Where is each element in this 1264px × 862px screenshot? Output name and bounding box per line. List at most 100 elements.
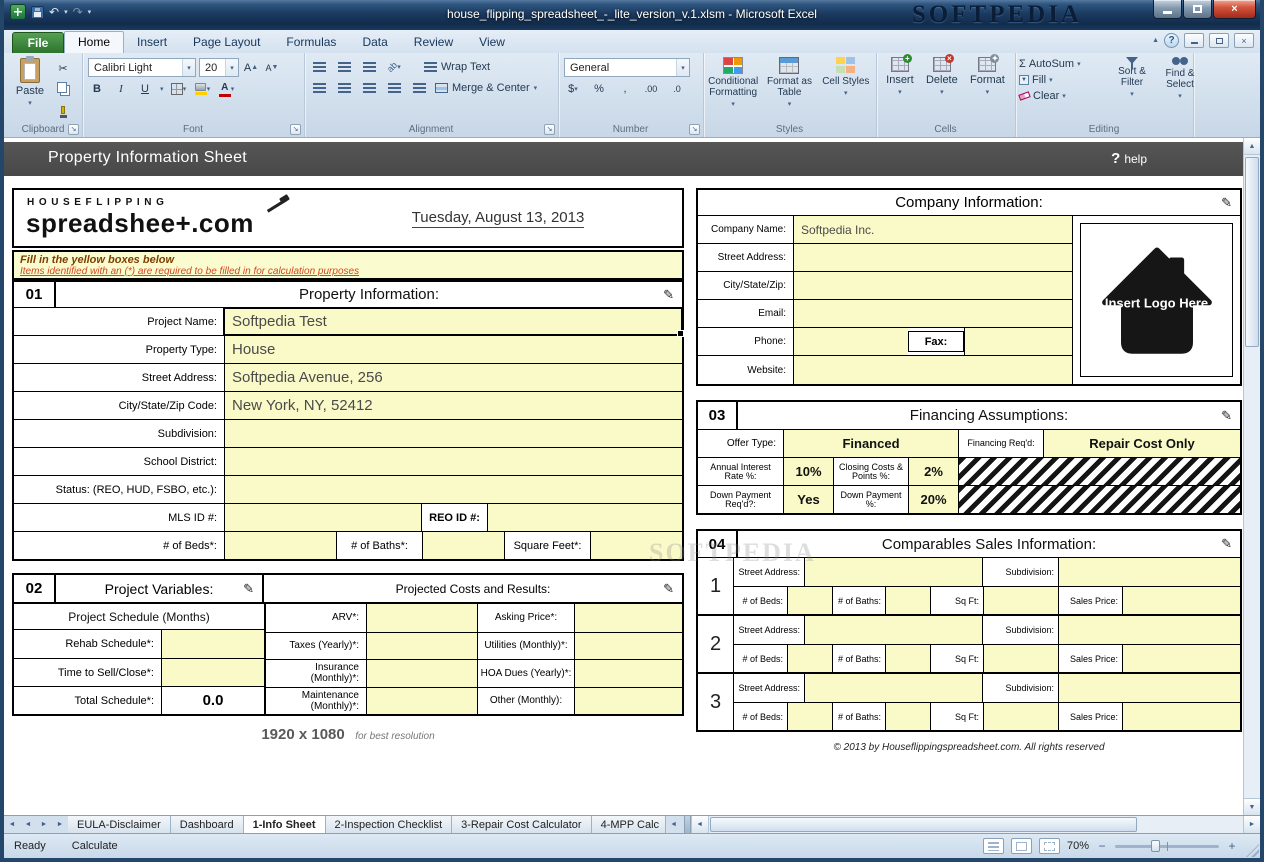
sheet-tab-repair-calc[interactable]: 3-Repair Cost Calculator <box>452 816 591 833</box>
workbook-minimize-button[interactable] <box>1184 33 1204 48</box>
company-name-input[interactable]: Softpedia Inc. <box>793 216 1072 243</box>
comp2-sqft-input[interactable] <box>983 645 1058 672</box>
rehab-schedule-input[interactable] <box>161 630 264 658</box>
cut-button[interactable]: ✂ <box>54 59 72 77</box>
borders-button[interactable]: ▾ <box>170 80 188 98</box>
comp3-baths-input[interactable] <box>885 703 930 730</box>
minimize-button[interactable] <box>1153 0 1182 19</box>
font-size-select[interactable]: 20 ▾ <box>199 58 239 77</box>
horizontal-scrollbar[interactable]: ◄ ► <box>691 816 1260 833</box>
resize-grip[interactable] <box>1246 844 1259 857</box>
vertical-scrollbar[interactable]: ▲ ▼ <box>1243 138 1260 815</box>
zoom-level[interactable]: 70% <box>1067 840 1089 852</box>
maintenance-input[interactable] <box>366 688 477 715</box>
subdivision-input[interactable] <box>224 420 682 447</box>
project-name-input[interactable]: Softpedia Test <box>224 308 682 335</box>
company-email-input[interactable] <box>793 300 1072 327</box>
alignment-dialog-launcher[interactable]: ↘ <box>544 124 555 135</box>
comp3-beds-input[interactable] <box>787 703 832 730</box>
first-sheet-icon[interactable]: ◄ <box>4 816 20 833</box>
paste-button[interactable]: Paste ▾ <box>9 58 51 107</box>
sort-filter-button[interactable]: Sort & Filter ▾ <box>1109 57 1155 100</box>
font-color-button[interactable]: A▾ <box>218 80 236 98</box>
arv-input[interactable] <box>366 604 477 632</box>
company-website-input[interactable] <box>793 356 1072 384</box>
annual-interest-value[interactable]: 10% <box>783 458 833 485</box>
zoom-slider-thumb[interactable] <box>1151 840 1160 852</box>
status-calculate[interactable]: Calculate <box>72 840 118 852</box>
sheet-tab-inspection[interactable]: 2-Inspection Checklist <box>326 816 453 833</box>
comp1-subdivision-input[interactable] <box>1058 558 1240 586</box>
font-name-select[interactable]: Calibri Light ▾ <box>88 58 196 77</box>
utilities-input[interactable] <box>574 633 682 660</box>
fill-button[interactable]: ▼ Fill ▾ <box>1019 74 1107 86</box>
bold-button[interactable]: B <box>88 80 106 98</box>
tab-split-handle[interactable] <box>684 816 691 833</box>
street-address-input[interactable]: Softpedia Avenue, 256 <box>224 364 682 391</box>
tab-review[interactable]: Review <box>401 32 466 53</box>
status-input[interactable] <box>224 476 682 503</box>
vertical-scroll-thumb[interactable] <box>1245 157 1259 347</box>
offer-type-value[interactable]: Financed <box>783 430 958 457</box>
tab-data[interactable]: Data <box>349 32 400 53</box>
page-layout-view-button[interactable] <box>1011 838 1032 854</box>
normal-view-button[interactable] <box>983 838 1004 854</box>
align-top-button[interactable] <box>310 58 328 76</box>
company-citystate-input[interactable] <box>793 272 1072 299</box>
beds-input[interactable] <box>224 532 336 559</box>
decrease-decimal-button[interactable]: .0 <box>668 80 686 98</box>
comp1-street-input[interactable] <box>804 558 982 586</box>
fill-color-button[interactable]: ▾ <box>194 80 212 98</box>
clipboard-dialog-launcher[interactable]: ↘ <box>68 124 79 135</box>
financing-reqd-value[interactable]: Repair Cost Only <box>1043 430 1240 457</box>
clear-button[interactable]: Clear ▾ <box>1019 90 1107 102</box>
comp3-price-input[interactable] <box>1122 703 1240 730</box>
reo-id-input[interactable] <box>487 504 682 531</box>
comma-style-button[interactable]: , <box>616 80 634 98</box>
find-select-button[interactable]: Find & Select ▾ <box>1157 57 1203 100</box>
autosum-button[interactable]: Σ AutoSum ▾ <box>1019 58 1107 70</box>
taxes-input[interactable] <box>366 633 477 660</box>
save-icon[interactable] <box>31 6 44 19</box>
down-payment-pct-value[interactable]: 20% <box>908 486 958 513</box>
sheet-tab-eula[interactable]: EULA-Disclaimer <box>68 816 171 833</box>
align-bottom-button[interactable] <box>360 58 378 76</box>
sheet-tab-dashboard[interactable]: Dashboard <box>171 816 244 833</box>
comp1-beds-input[interactable] <box>787 587 832 614</box>
number-dialog-launcher[interactable]: ↘ <box>689 124 700 135</box>
sheet-tab-info-sheet[interactable]: 1-Info Sheet <box>244 816 326 833</box>
prev-sheet-icon[interactable]: ◄ <box>20 816 36 833</box>
tab-home[interactable]: Home <box>64 31 124 53</box>
undo-dropdown-icon[interactable]: ▾ <box>64 8 68 16</box>
company-phone-input[interactable] <box>793 328 908 355</box>
comp1-sqft-input[interactable] <box>983 587 1058 614</box>
copy-button[interactable] <box>54 80 72 98</box>
close-button[interactable]: × <box>1213 0 1256 19</box>
italic-button[interactable]: I <box>112 80 130 98</box>
shrink-font-button[interactable]: A▼ <box>263 59 281 77</box>
asking-price-input[interactable] <box>574 604 682 632</box>
baths-input[interactable] <box>422 532 504 559</box>
sheet-tab-mpp-calc[interactable]: 4-MPP Calc <box>592 816 666 833</box>
scroll-right-icon[interactable]: ► <box>1243 816 1260 833</box>
horizontal-scroll-thumb[interactable] <box>710 817 1138 832</box>
font-dialog-launcher[interactable]: ↘ <box>290 124 301 135</box>
zoom-slider[interactable] <box>1115 845 1219 848</box>
maximize-button[interactable] <box>1183 0 1212 19</box>
comp2-subdivision-input[interactable] <box>1058 616 1240 644</box>
ribbon-collapse-icon[interactable]: ▲ <box>1152 37 1159 44</box>
increase-indent-button[interactable] <box>410 79 428 97</box>
insurance-input[interactable] <box>366 660 477 687</box>
next-sheet-icon[interactable]: ► <box>36 816 52 833</box>
tab-scroll-left-icon[interactable]: ◄ <box>666 816 682 833</box>
tab-formulas[interactable]: Formulas <box>273 32 349 53</box>
align-left-button[interactable] <box>310 79 328 97</box>
other-monthly-input[interactable] <box>574 688 682 715</box>
help-link[interactable]: ? help <box>1111 150 1147 167</box>
scroll-left-icon[interactable]: ◄ <box>692 816 709 833</box>
down-payment-reqd-value[interactable]: Yes <box>783 486 833 513</box>
wrap-text-button[interactable]: Wrap Text <box>424 58 490 76</box>
company-street-input[interactable] <box>793 244 1072 271</box>
closing-costs-value[interactable]: 2% <box>908 458 958 485</box>
mls-id-input[interactable] <box>224 504 421 531</box>
